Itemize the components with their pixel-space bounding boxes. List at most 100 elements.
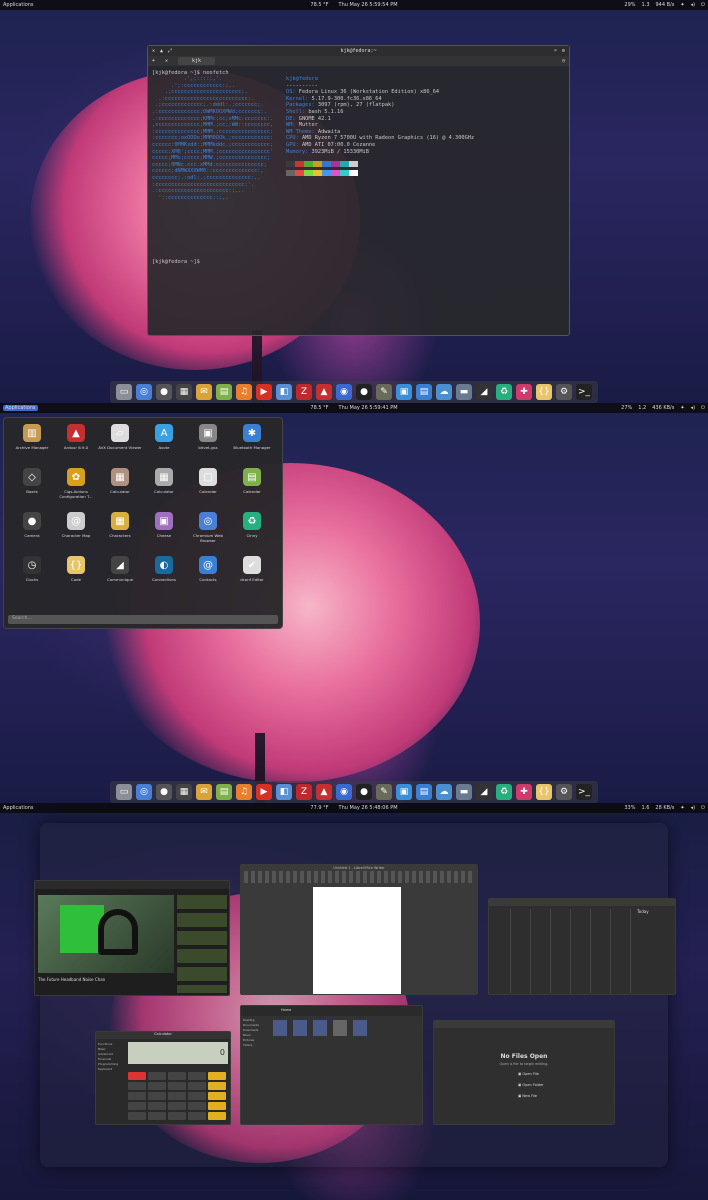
files-icon[interactable]: ▭ xyxy=(116,384,132,400)
fullscreen-icon[interactable]: ⤢ xyxy=(168,48,172,54)
gear-icon[interactable]: ⚙ xyxy=(562,48,565,54)
calc-key[interactable] xyxy=(128,1102,146,1110)
files-icon[interactable]: ▭ xyxy=(116,784,132,800)
games-icon[interactable]: ♻ xyxy=(496,384,512,400)
file-thumbnail[interactable] xyxy=(313,1020,327,1036)
writer-window-thumbnail[interactable]: Untitled 1 - LibreOffice Writer xyxy=(240,864,478,995)
terminal-icon[interactable]: >_ xyxy=(576,784,592,800)
settings-icon[interactable]: ⚙ xyxy=(556,384,572,400)
calc-key[interactable] xyxy=(148,1072,166,1080)
calc-key[interactable] xyxy=(148,1112,166,1120)
mail-icon[interactable]: ✉ xyxy=(196,784,212,800)
settings-icon[interactable]: ⚙ xyxy=(556,784,572,800)
extensions-icon[interactable]: ✚ xyxy=(516,384,532,400)
calc-key[interactable] xyxy=(188,1082,206,1090)
filezilla-icon[interactable]: Z xyxy=(296,384,312,400)
calendar-icon[interactable]: ▤ xyxy=(216,784,232,800)
calc-key[interactable] xyxy=(128,1082,146,1090)
calc-key[interactable] xyxy=(148,1092,166,1100)
app-tile[interactable]: ▣ bitvet-gss xyxy=(186,424,230,462)
games-icon[interactable]: ♻ xyxy=(496,784,512,800)
document-icon[interactable]: ▤ xyxy=(416,384,432,400)
terminal-window[interactable]: ✕ ▲ ⤢ kjk@fedora:~ ⌕ ⚙ + ✕ kjk ◷ [kjk@fe… xyxy=(147,45,570,336)
cpu-indicator[interactable]: 27% xyxy=(621,405,632,411)
app-tile[interactable]: ▢ Calendar xyxy=(186,468,230,506)
weather-indicator[interactable]: 77.9 °F xyxy=(310,805,328,811)
app-tile[interactable]: A Avote xyxy=(142,424,186,462)
screenshot-icon[interactable]: ▣ xyxy=(396,384,412,400)
app-tile[interactable]: ◇ Boxes xyxy=(10,468,54,506)
power-icon[interactable]: ⏻ xyxy=(701,2,705,8)
filezilla-icon[interactable]: Z xyxy=(296,784,312,800)
weather-indicator[interactable]: 78.5 °F xyxy=(310,405,328,411)
drive-icon[interactable]: ▬ xyxy=(456,784,472,800)
video-player[interactable] xyxy=(38,895,174,973)
applications-menu[interactable]: Applications xyxy=(3,805,34,811)
calc-key[interactable] xyxy=(188,1092,206,1100)
extensions-icon[interactable]: ✚ xyxy=(516,784,532,800)
editor-action[interactable]: ▣ New File xyxy=(518,1091,544,1102)
calc-key[interactable] xyxy=(208,1082,226,1090)
gimp-icon[interactable]: ✎ xyxy=(376,384,392,400)
app-tile[interactable]: ▦ Calculator xyxy=(142,468,186,506)
app-tile[interactable]: ▤ Calendar xyxy=(230,468,274,506)
related-videos[interactable] xyxy=(177,895,227,993)
app-tile[interactable]: ✿ Cigs-Actions Configuration T... xyxy=(54,468,98,506)
rss-icon[interactable]: ◢ xyxy=(476,384,492,400)
applications-menu[interactable]: Applications xyxy=(3,405,38,411)
power-icon[interactable]: ⏻ xyxy=(701,405,705,411)
cloud-icon[interactable]: ☁ xyxy=(436,384,452,400)
calc-key[interactable] xyxy=(208,1092,226,1100)
calendar-window-thumbnail[interactable]: Today xyxy=(488,898,676,995)
search-input[interactable]: Search... xyxy=(8,615,278,624)
browser-window-thumbnail[interactable]: The Future Headband Noise Chan xyxy=(34,880,230,996)
app-tile[interactable]: ▦ Characters xyxy=(98,512,142,550)
camera-icon[interactable]: ● xyxy=(156,784,172,800)
screenshot-icon[interactable]: ▣ xyxy=(396,784,412,800)
network-indicator[interactable]: 436 KB/s xyxy=(652,405,674,411)
app-tile[interactable]: ✔ dconf Editor xyxy=(230,556,274,594)
app-tile[interactable]: ▱ AVX Document Viewer xyxy=(98,424,142,462)
app-tile[interactable]: @ Character Map xyxy=(54,512,98,550)
memory-indicator[interactable]: 1.3 xyxy=(642,2,650,8)
calc-sidebar-item[interactable]: Keyboard xyxy=(98,1067,126,1072)
calc-key[interactable] xyxy=(128,1112,146,1120)
calculator-window-thumbnail[interactable]: Calculator Functions Basic Advanced Financi… xyxy=(95,1031,231,1125)
app-tile[interactable]: ◢ Communique xyxy=(98,556,142,594)
app-tile[interactable]: ▦ Calculator xyxy=(98,468,142,506)
calc-key[interactable] xyxy=(128,1092,146,1100)
volume-icon[interactable]: ◂) xyxy=(691,2,695,8)
app-tile[interactable]: ▣ Cheese xyxy=(142,512,186,550)
calc-key[interactable] xyxy=(208,1102,226,1110)
memory-indicator[interactable]: 1.2 xyxy=(638,405,646,411)
code-icon[interactable]: {} xyxy=(536,384,552,400)
cpu-indicator[interactable]: 29% xyxy=(624,2,635,8)
calc-key[interactable] xyxy=(148,1082,166,1090)
terminal-tab[interactable]: kjk xyxy=(178,57,216,65)
calc-key[interactable] xyxy=(188,1112,206,1120)
new-tab-icon[interactable]: + xyxy=(152,58,155,64)
pin-icon[interactable]: ▲ xyxy=(160,48,163,54)
volume-icon[interactable]: ◂) xyxy=(691,405,695,411)
calc-key[interactable] xyxy=(168,1112,186,1120)
file-thumbnail[interactable] xyxy=(353,1020,367,1036)
mail-icon[interactable]: ✉ xyxy=(196,384,212,400)
files-sidebar-item[interactable]: Videos xyxy=(243,1043,269,1048)
network-indicator[interactable]: 944 B/s xyxy=(656,2,675,8)
weather-indicator[interactable]: 78.5 °F xyxy=(310,2,328,8)
calendar-grid[interactable] xyxy=(491,909,631,993)
writer-page[interactable] xyxy=(313,887,401,994)
calc-key[interactable] xyxy=(208,1112,226,1120)
calculator-icon[interactable]: ▦ xyxy=(176,784,192,800)
obs-icon[interactable]: ● xyxy=(356,784,372,800)
camera-icon[interactable]: ● xyxy=(156,384,172,400)
ardour-icon[interactable]: ▲ xyxy=(316,384,332,400)
software-icon[interactable]: ◧ xyxy=(276,384,292,400)
app-tile[interactable]: ▲ Ardour 6.9.0 xyxy=(54,424,98,462)
app-tile[interactable]: @ Contacts xyxy=(186,556,230,594)
calc-key[interactable] xyxy=(168,1102,186,1110)
video-title[interactable]: The Future Headband Noise Chan xyxy=(38,977,105,982)
applications-menu[interactable]: Applications xyxy=(3,2,34,8)
search-icon[interactable]: ⌕ xyxy=(554,48,557,54)
calc-key[interactable] xyxy=(128,1072,146,1080)
